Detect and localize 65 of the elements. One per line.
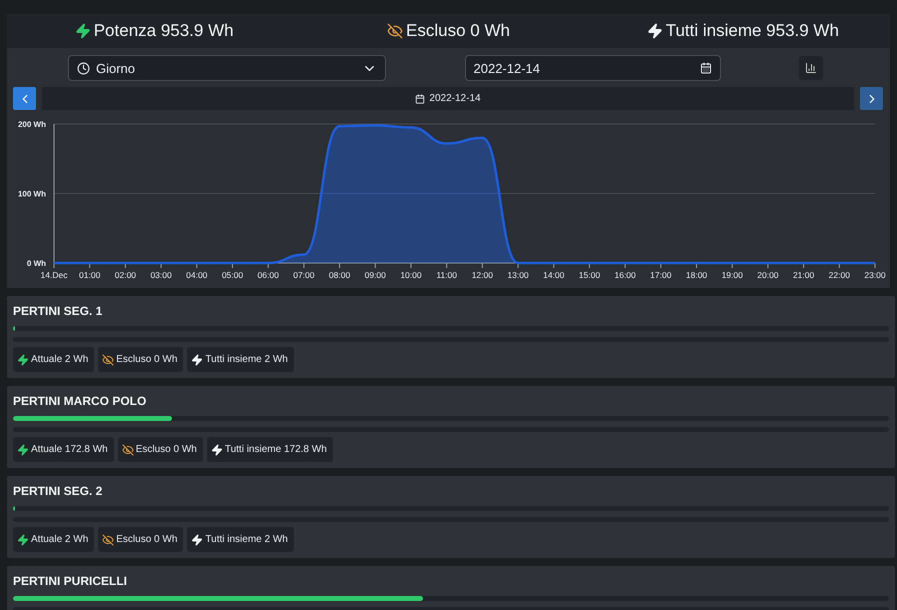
x-tick-label: 05:00 xyxy=(222,270,244,280)
clock-icon xyxy=(77,62,90,74)
chip-text: Escluso 0 Wh xyxy=(116,354,178,365)
x-tick-label: 10:00 xyxy=(400,270,422,280)
bolt-icon xyxy=(210,444,223,456)
segment-title: PERTINI SEG. 2 xyxy=(13,484,104,500)
y-tick-label: 100 Wh xyxy=(18,190,46,198)
bolt-icon xyxy=(646,23,663,39)
calendar-icon xyxy=(700,62,712,74)
previous-button[interactable] xyxy=(13,87,36,110)
eye-off-icon xyxy=(102,534,114,546)
eye-off-icon xyxy=(122,444,134,456)
period-select[interactable]: Giorno xyxy=(68,55,386,81)
bolt-icon xyxy=(17,354,29,366)
chip-text: Attuale 2 Wh xyxy=(31,534,88,545)
x-tick-label: 17:00 xyxy=(650,270,672,280)
x-tick-label: 12:00 xyxy=(472,270,493,280)
chart-toggle-button[interactable] xyxy=(799,56,823,80)
chip-text: Attuale 2 Wh xyxy=(31,354,88,365)
y-tick-label: 200 Wh xyxy=(18,120,46,129)
bolt-icon xyxy=(191,354,204,366)
bolt-icon xyxy=(74,23,91,39)
chip-text: Attuale 172.8 Wh xyxy=(31,444,108,455)
summary-text: Potenza 953.9 Wh xyxy=(94,21,234,41)
chip-text: Tutti insieme 172.8 Wh xyxy=(224,444,327,455)
x-tick-label: 04:00 xyxy=(186,270,208,280)
date-field[interactable]: 2022-12-14 xyxy=(464,55,720,81)
x-tick-label: 01:00 xyxy=(79,270,100,280)
segment-title: PERTINI SEG. 1 xyxy=(13,304,104,320)
x-tick-label: 15:00 xyxy=(578,270,600,280)
x-tick-label: 11:00 xyxy=(436,270,457,280)
bolt-icon xyxy=(17,444,29,456)
bolt-icon xyxy=(191,534,204,546)
chip-text: Tutti insieme 2 Wh xyxy=(205,354,288,365)
x-tick-label: 07:00 xyxy=(293,270,314,280)
bolt-icon xyxy=(17,534,29,546)
x-tick-label: 13:00 xyxy=(507,270,529,280)
x-tick-label: 18:00 xyxy=(686,270,708,280)
eye-off-icon xyxy=(387,23,404,39)
x-tick-label: 14.Dec xyxy=(40,270,68,280)
chip-text: Escluso 0 Wh xyxy=(136,444,197,455)
x-tick-label: 08:00 xyxy=(328,270,350,280)
chip-text: Tutti insieme 2 Wh xyxy=(205,534,288,545)
x-tick-label: 02:00 xyxy=(114,270,136,280)
date-label: 2022-12-14 xyxy=(429,93,481,104)
x-tick-label: 03:00 xyxy=(150,270,172,280)
x-tick-label: 23:00 xyxy=(864,270,886,280)
x-tick-label: 21:00 xyxy=(792,270,814,280)
x-tick-label: 16:00 xyxy=(614,270,636,280)
chip-text: Escluso 0 Wh xyxy=(116,534,178,545)
x-tick-label: 09:00 xyxy=(364,270,386,280)
x-tick-label: 22:00 xyxy=(828,270,850,280)
summary-text: Escluso 0 Wh xyxy=(406,21,510,41)
x-tick-label: 19:00 xyxy=(722,270,743,280)
summary-text: Tutti insieme 953.9 Wh xyxy=(666,21,839,41)
y-tick-label: 0 Wh xyxy=(26,259,46,268)
eye-off-icon xyxy=(102,354,114,366)
segment-title: PERTINI MARCO POLO xyxy=(13,394,148,410)
next-button[interactable] xyxy=(860,87,883,110)
bar-chart-icon xyxy=(805,62,817,74)
segment-title: PERTINI PURICELLI xyxy=(13,574,128,590)
x-tick-label: 06:00 xyxy=(258,270,279,280)
x-tick-label: 14:00 xyxy=(543,270,564,280)
calendar-icon xyxy=(415,94,426,104)
x-tick-label: 20:00 xyxy=(757,270,779,280)
